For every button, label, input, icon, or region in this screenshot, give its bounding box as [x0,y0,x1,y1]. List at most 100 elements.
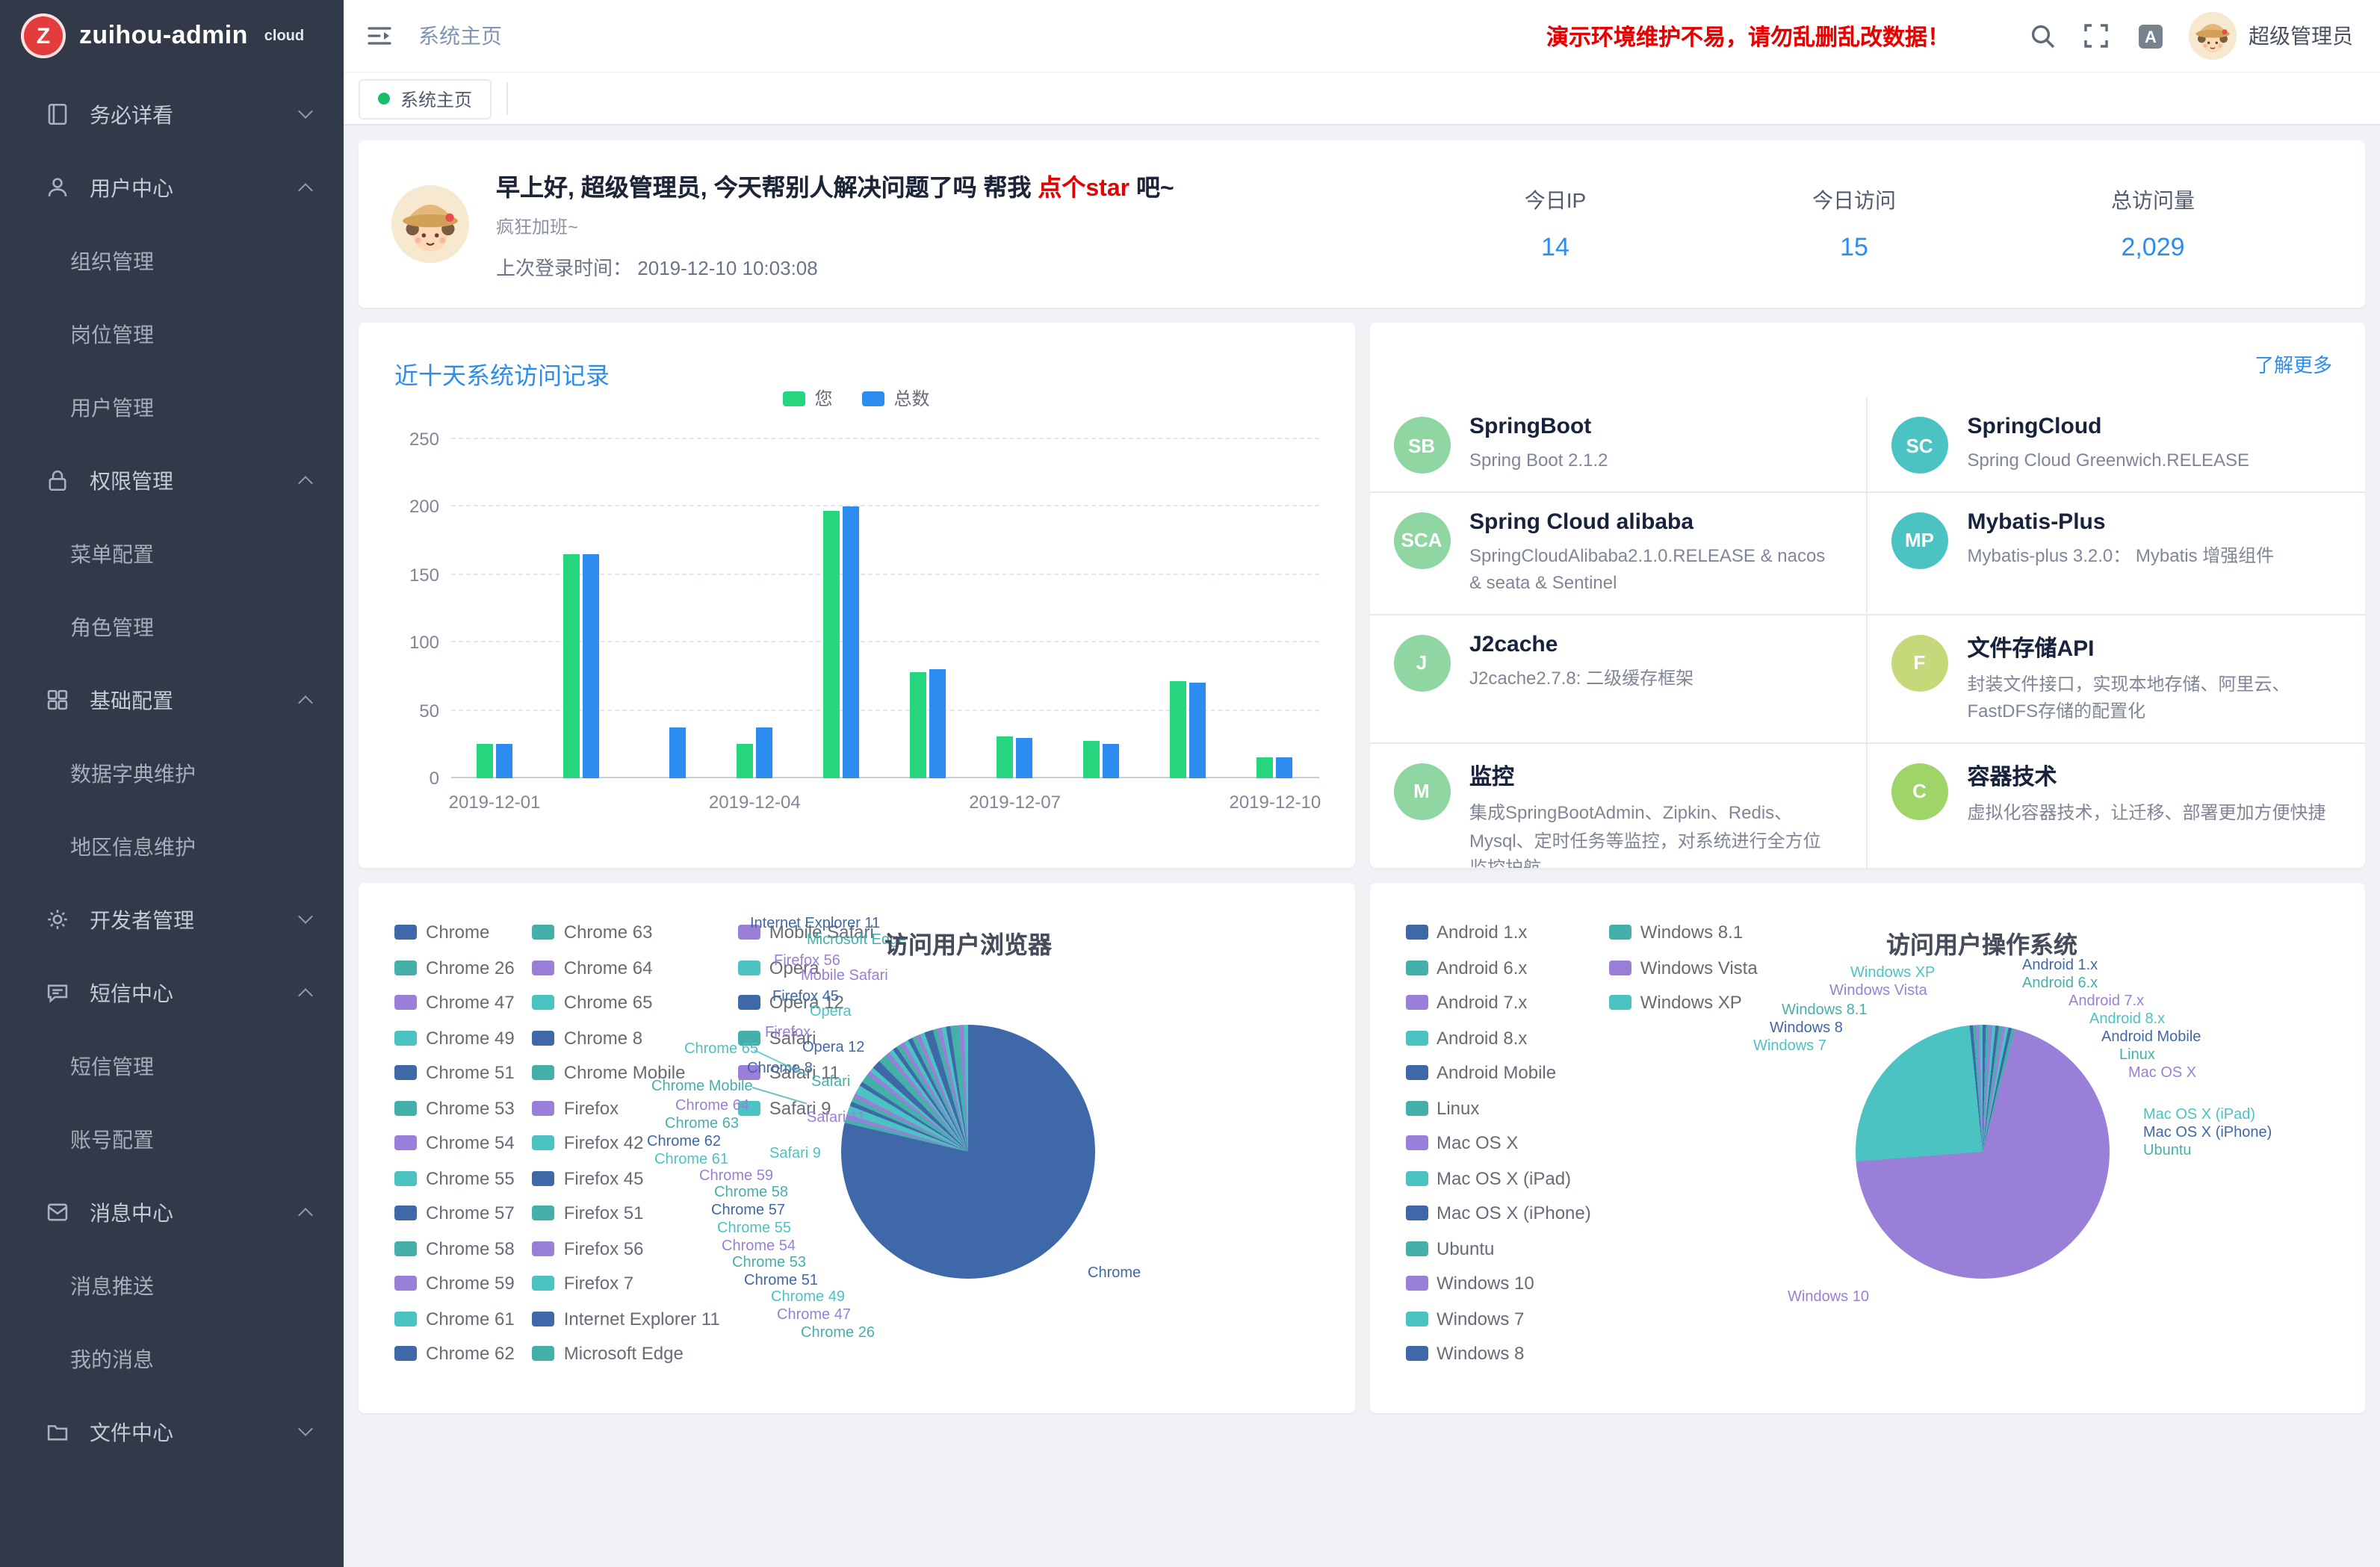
sidebar-item[interactable]: 短信中心 [0,956,344,1029]
legend-item[interactable]: Android 6.x [1405,957,1591,978]
tech-desc: Spring Boot 2.1.2 [1469,447,1608,474]
pie-callout-label: Chrome 55 [717,1220,791,1237]
legend-item[interactable]: Microsoft Edge [533,1343,720,1364]
sidebar-subitem[interactable]: 角色管理 [0,590,344,663]
sidebar-item-label: 基础配置 [90,685,173,715]
menu-fold-icon[interactable] [365,21,394,51]
legend-item[interactable]: Linux [1405,1097,1591,1118]
legend-item[interactable]: Chrome 59 [394,1273,515,1294]
tab-separator [506,82,508,115]
legend-item[interactable]: Firefox 56 [533,1238,720,1259]
sidebar-item[interactable]: 文件中心 [0,1395,344,1468]
pie-callout-label: Chrome 49 [771,1289,845,1306]
legend-swatch [1405,1311,1428,1326]
os-pie-chart[interactable] [1855,1025,2109,1279]
legend-item[interactable]: Chrome 57 [394,1203,515,1223]
y-axis-label: 150 [409,565,439,586]
pie-callout-label: Android 7.x [2068,993,2144,1010]
legend-item[interactable]: Chrome 65 [533,992,720,1013]
legend-swatch [533,1311,555,1326]
legend-item[interactable]: Chrome 26 [394,957,515,978]
fullscreen-icon[interactable] [2081,21,2111,51]
learn-more-link[interactable]: 了解更多 [2255,350,2332,378]
user-menu[interactable]: 超级管理员 [2189,12,2353,60]
sidebar-subitem[interactable]: 数据字典维护 [0,736,344,810]
sidebar-subitem[interactable]: 菜单配置 [0,517,344,590]
star-link[interactable]: 点个star [1038,176,1129,202]
sidebar-subitem[interactable]: 消息推送 [0,1249,344,1322]
sidebar-subitem[interactable]: 岗位管理 [0,297,344,370]
legend-item[interactable]: 总数 [863,385,930,411]
legend-item[interactable]: Windows XP [1609,992,1758,1013]
search-icon[interactable] [2027,21,2057,51]
sidebar-item[interactable]: 基础配置 [0,663,344,736]
legend-item[interactable]: Chrome 54 [394,1132,515,1153]
legend-item[interactable]: Firefox 7 [533,1273,720,1294]
legend-swatch [394,1135,417,1150]
sidebar-subitem[interactable]: 地区信息维护 [0,810,344,883]
bar-chart[interactable]: 2019-12-012019-12-042019-12-072019-12-10… [451,439,1318,778]
legend-item[interactable]: Chrome 63 [533,922,720,943]
legend-item[interactable]: Windows Vista [1609,957,1758,978]
legend-item[interactable]: Mac OS X [1405,1132,1591,1153]
sidebar-item[interactable]: 开发者管理 [0,883,344,956]
welcome-stats: 今日IP14今日访问15总访问量2,029 [1406,185,2302,263]
tech-stack-card: 了解更多 SBSpringBootSpring Boot 2.1.2SCSpri… [1369,323,2365,868]
legend-item[interactable]: Chrome 51 [394,1062,515,1083]
bar [477,745,493,778]
legend-item[interactable]: Chrome 61 [394,1308,515,1329]
legend-item[interactable]: Chrome 53 [394,1097,515,1118]
legend-item[interactable]: Chrome 62 [394,1343,515,1364]
sidebar-subitem[interactable]: 用户管理 [0,370,344,444]
x-axis-label: 2019-12-07 [969,792,1061,813]
legend-item[interactable]: Android 8.x [1405,1027,1591,1048]
tech-badge: J [1393,635,1450,692]
legend-item[interactable]: Android 1.x [1405,922,1591,943]
gear-icon [45,907,70,932]
tech-desc: J2cache2.7.8: 二级缓存框架 [1469,665,1693,692]
legend-item[interactable]: Ubuntu [1405,1238,1591,1259]
legend-item[interactable]: Android 7.x [1405,992,1591,1013]
pie-callout-label: Android 6.x [2022,975,2098,992]
legend-item[interactable]: Android Mobile [1405,1062,1591,1083]
legend-item[interactable]: Internet Explorer 11 [533,1308,720,1329]
tech-desc: Spring Cloud Greenwich.RELEASE [1968,447,2250,474]
tab-home[interactable]: 系统主页 [359,78,492,119]
legend-item[interactable]: Firefox 45 [533,1167,720,1188]
legend-item[interactable]: Firefox 51 [533,1203,720,1223]
sidebar-subitem[interactable]: 账号配置 [0,1102,344,1176]
legend-item[interactable]: Windows 10 [1405,1273,1591,1294]
sidebar-item[interactable]: 用户中心 [0,151,344,224]
legend-swatch [1405,1205,1428,1220]
legend-item[interactable]: Windows 7 [1405,1308,1591,1329]
legend-item[interactable]: Windows 8.1 [1609,922,1758,943]
sidebar-item[interactable]: 务必详看 [0,78,344,151]
legend-item[interactable]: Chrome 49 [394,1027,515,1048]
legend-item[interactable]: 您 [783,385,832,411]
chevron-up-icon [298,183,313,198]
legend-item[interactable]: Chrome 55 [394,1167,515,1188]
legend-item[interactable]: Chrome 58 [394,1238,515,1259]
stat-block: 今日IP14 [1406,185,1705,263]
legend-item[interactable]: Mac OS X (iPhone) [1405,1203,1591,1223]
sidebar-item[interactable]: 权限管理 [0,444,344,517]
logo[interactable]: Z zuihou-admin cloud [0,0,344,72]
legend-item[interactable]: Mac OS X (iPad) [1405,1167,1591,1188]
sidebar-item[interactable]: 消息中心 [0,1176,344,1249]
legend-swatch [533,1135,555,1150]
tech-grid: SBSpringBootSpring Boot 2.1.2SCSpringClo… [1369,397,2365,868]
sidebar-subitem[interactable]: 短信管理 [0,1029,344,1102]
sidebar-subitem[interactable]: 组织管理 [0,224,344,297]
legend-item[interactable]: Chrome 64 [533,957,720,978]
browser-pie-chart[interactable] [841,1025,1095,1279]
avatar[interactable] [2189,12,2237,60]
legend-item[interactable]: Chrome 47 [394,992,515,1013]
legend-item[interactable]: Chrome [394,922,515,943]
sidebar-subitem[interactable]: 我的消息 [0,1322,344,1395]
tech-desc: 虚拟化容器技术，让迁移、部署更加方便快捷 [1968,799,2326,827]
font-size-icon[interactable]: A [2135,21,2165,51]
legend-item[interactable]: Windows 8 [1405,1343,1591,1364]
stat-label: 今日IP [1406,185,1705,215]
tech-item: MPMybatis-PlusMybatis-plus 3.2.0： Mybati… [1868,492,2366,615]
pie-callout-label: Chrome 63 [665,1116,739,1132]
